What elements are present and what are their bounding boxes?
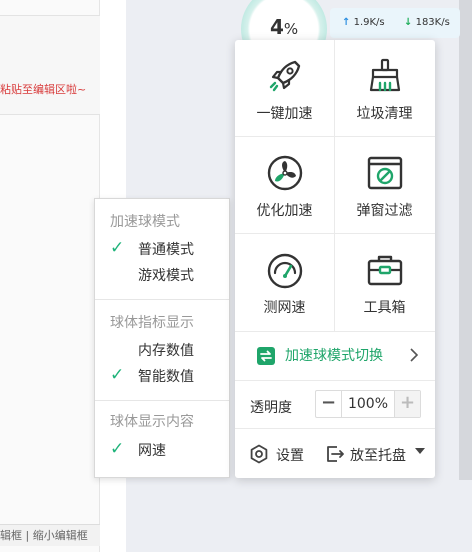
minimize-to-tray-button[interactable]: 放至托盘 [325, 441, 429, 467]
opacity-label: 透明度 [250, 400, 292, 416]
menu-item-label: 内存数值 [138, 343, 194, 359]
menu-item-label: 游戏模式 [138, 268, 194, 284]
broom-icon [369, 58, 401, 92]
toolbox-icon [367, 255, 403, 286]
speed-test-button[interactable]: 测网速 [235, 234, 334, 330]
ball-mode-menu: 加速球模式 ✓ 普通模式 游戏模式 球体指标显示 内存数值 ✓ 智能数值 球体显… [94, 198, 230, 478]
menu-divider [95, 299, 229, 300]
ball-mode-switch-button[interactable]: 加速球模式切换 [235, 332, 435, 379]
tile-label: 优化加速 [256, 203, 313, 219]
menu-item-normal-mode[interactable]: ✓ 普通模式 [110, 238, 220, 260]
editor-area[interactable] [0, 15, 100, 115]
speed-ball-unit: % [283, 20, 299, 38]
tile-label: 弹窗过滤 [356, 203, 413, 219]
upload-speed-value: 1.9K/s [353, 17, 385, 28]
check-icon: ✓ [110, 238, 125, 258]
opacity-increase-button[interactable]: + [394, 391, 420, 417]
menu-item-label: 智能数值 [138, 369, 194, 385]
check-icon: ✓ [110, 365, 125, 385]
popup-filter-button[interactable]: 弹窗过滤 [335, 137, 434, 233]
tile-label: 测网速 [263, 300, 306, 316]
one-click-speedup-button[interactable]: 一键加速 [235, 40, 334, 136]
popup-block-icon [367, 156, 403, 190]
download-arrow-icon: ↓ [404, 17, 413, 28]
menu-divider [95, 400, 229, 401]
settings-label: 设置 [276, 448, 304, 464]
menu-item-game-mode[interactable]: 游戏模式 [110, 264, 220, 286]
tile-label: 一键加速 [256, 106, 313, 122]
speed-ball-value: 4% [270, 15, 298, 39]
menu-item-net-speed[interactable]: ✓ 网速 [110, 439, 220, 461]
settings-button[interactable]: 设置 [249, 441, 311, 467]
menu-item-label: 网速 [138, 443, 166, 459]
upload-speed: ↑ 1.9K/s [342, 17, 385, 28]
upload-arrow-icon: ↑ [342, 17, 351, 28]
switch-icon [257, 347, 275, 365]
caret-down-icon [415, 448, 425, 454]
editor-status-bar[interactable]: 辑框 | 缩小编辑框 [0, 524, 100, 546]
download-speed: ↓ 183K/s [404, 17, 450, 28]
chevron-right-icon [410, 348, 419, 362]
scrollbar[interactable] [459, 0, 472, 480]
menu-section-title: 球体指标显示 [110, 315, 194, 331]
optimize-speedup-button[interactable]: 优化加速 [235, 137, 334, 233]
accelerator-panel: 一键加速 垃圾清理 优化加速 弹窗过滤 测网速 工具箱 加速球模式切换 透明度 … [235, 40, 435, 478]
bottom-actions: 设置 放至托盘 [235, 429, 435, 478]
menu-item-memory-value[interactable]: 内存数值 [110, 339, 220, 361]
menu-section-title: 加速球模式 [110, 214, 180, 230]
tray-label: 放至托盘 [350, 448, 406, 464]
switch-label: 加速球模式切换 [285, 348, 383, 364]
speed-ball-number: 4 [270, 15, 284, 39]
exit-to-tray-icon [327, 446, 344, 462]
opacity-row: 透明度 − 100% + [235, 380, 435, 428]
download-speed-value: 183K/s [415, 17, 450, 28]
paste-hint-text: 粘贴至编辑区啦~ [0, 83, 87, 96]
fan-icon [267, 155, 303, 191]
gear-icon [250, 444, 268, 464]
opacity-decrease-button[interactable]: − [316, 391, 342, 417]
check-icon: ✓ [110, 439, 125, 459]
tile-label: 垃圾清理 [356, 106, 413, 122]
menu-item-label: 普通模式 [138, 242, 194, 258]
toolbox-button[interactable]: 工具箱 [335, 234, 434, 330]
menu-item-smart-value[interactable]: ✓ 智能数值 [110, 365, 220, 387]
rocket-icon [269, 60, 301, 92]
opacity-stepper: − 100% + [315, 390, 421, 418]
junk-clean-button[interactable]: 垃圾清理 [335, 40, 434, 136]
tile-label: 工具箱 [363, 300, 406, 316]
gauge-icon [267, 253, 303, 289]
opacity-value[interactable]: 100% [342, 391, 394, 417]
menu-section-title: 球体显示内容 [110, 414, 194, 430]
